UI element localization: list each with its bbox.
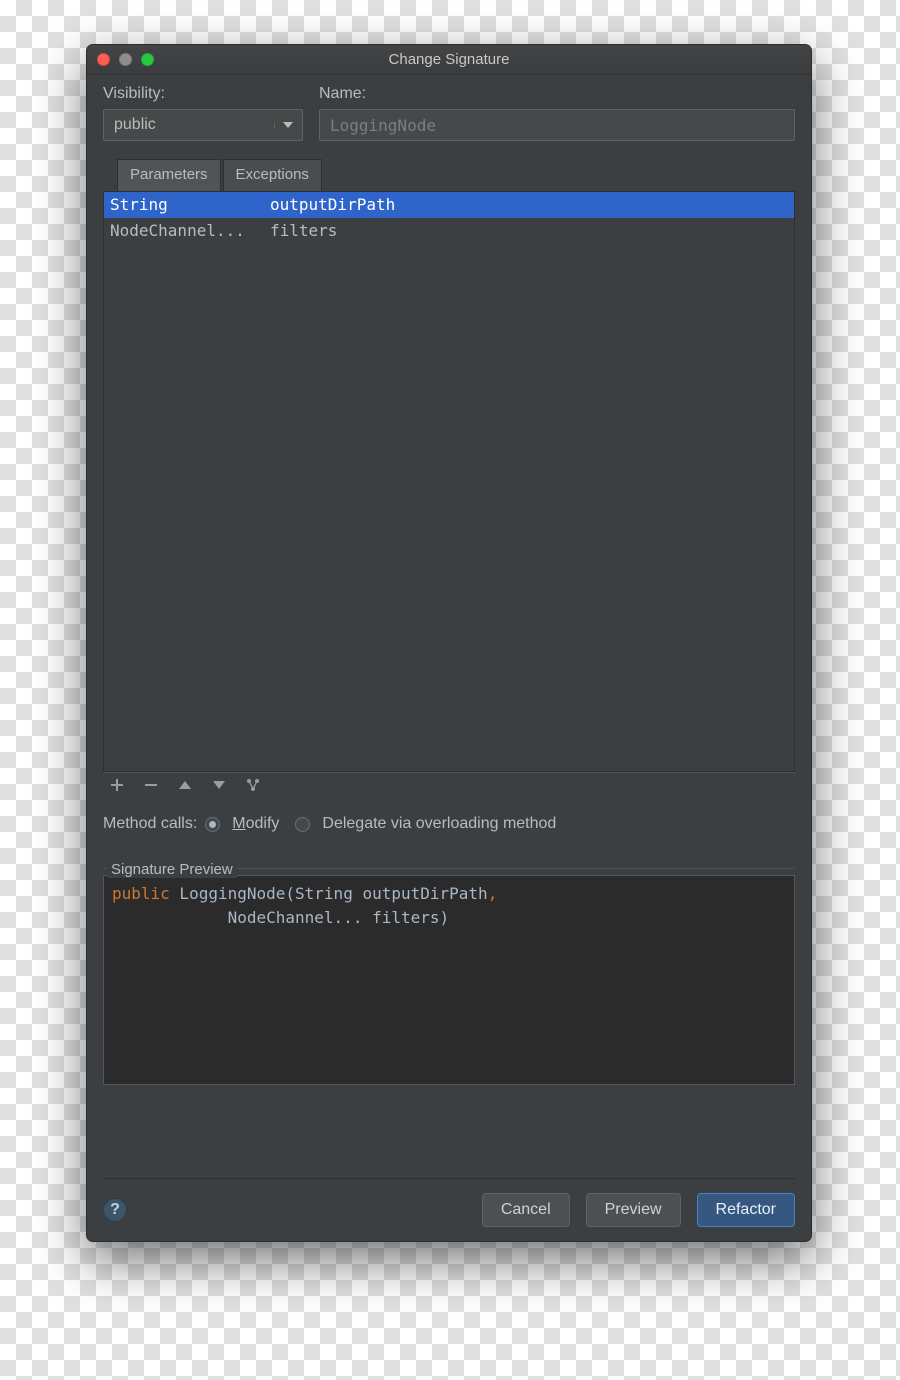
tab-parameters[interactable]: Parameters (117, 159, 221, 191)
propagate-icon[interactable] (245, 777, 261, 793)
signature-line2: NodeChannel... filters) (112, 906, 786, 930)
preview-button[interactable]: Preview (586, 1193, 681, 1227)
parameter-row[interactable]: NodeChannel... filters (104, 218, 794, 244)
radio-delegate-label[interactable]: Delegate via overloading method (322, 815, 556, 833)
close-icon[interactable] (97, 53, 110, 66)
signature-keyword: public (112, 884, 170, 903)
radio-modify[interactable] (205, 817, 220, 832)
visibility-label: Visibility: (103, 85, 303, 103)
method-calls-label: Method calls: (103, 815, 197, 833)
parameter-row[interactable]: String outputDirPath (104, 192, 794, 218)
method-calls-row: Method calls: Modify Delegate via overlo… (103, 815, 795, 833)
help-icon[interactable]: ? (103, 1198, 127, 1222)
name-field[interactable]: LoggingNode (319, 109, 795, 141)
parameter-name: outputDirPath (270, 192, 788, 218)
remove-icon[interactable] (143, 777, 159, 793)
window-title: Change Signature (87, 51, 811, 68)
parameter-list[interactable]: String outputDirPath NodeChannel... filt… (103, 192, 795, 772)
titlebar: Change Signature (87, 45, 811, 75)
parameter-type: String (110, 192, 270, 218)
move-down-icon[interactable] (211, 777, 227, 793)
tabs: Parameters Exceptions (103, 159, 795, 192)
refactor-button[interactable]: Refactor (697, 1193, 795, 1227)
visibility-dropdown[interactable]: public (103, 109, 303, 141)
signature-preview-box: public LoggingNode(String outputDirPath,… (103, 875, 795, 1085)
chevron-down-icon (274, 122, 292, 128)
signature-comma: , (488, 884, 498, 903)
dialog-body: Visibility: public Name: LoggingNode Par… (87, 75, 811, 1241)
move-up-icon[interactable] (177, 777, 193, 793)
parameter-type: NodeChannel... (110, 218, 270, 244)
visibility-value: public (114, 116, 156, 134)
radio-modify-label[interactable]: Modify (232, 815, 279, 833)
traffic-lights (97, 53, 154, 66)
add-icon[interactable] (109, 777, 125, 793)
dialog-footer: ? Cancel Preview Refactor (103, 1178, 795, 1227)
signature-preview-section: Signature Preview public LoggingNode(Str… (103, 851, 795, 1085)
zoom-icon[interactable] (141, 53, 154, 66)
top-fields-row: Visibility: public Name: LoggingNode (103, 85, 795, 141)
change-signature-dialog: Change Signature Visibility: public Name… (86, 44, 812, 1242)
signature-line1: LoggingNode(String outputDirPath (170, 884, 488, 903)
name-label: Name: (319, 85, 795, 103)
parameter-toolbar (103, 772, 795, 801)
tab-exceptions[interactable]: Exceptions (223, 159, 322, 191)
name-value: LoggingNode (330, 116, 436, 135)
parameter-name: filters (270, 218, 788, 244)
minimize-icon (119, 53, 132, 66)
cancel-button[interactable]: Cancel (482, 1193, 570, 1227)
radio-delegate[interactable] (295, 817, 310, 832)
signature-preview-label: Signature Preview (107, 861, 237, 878)
